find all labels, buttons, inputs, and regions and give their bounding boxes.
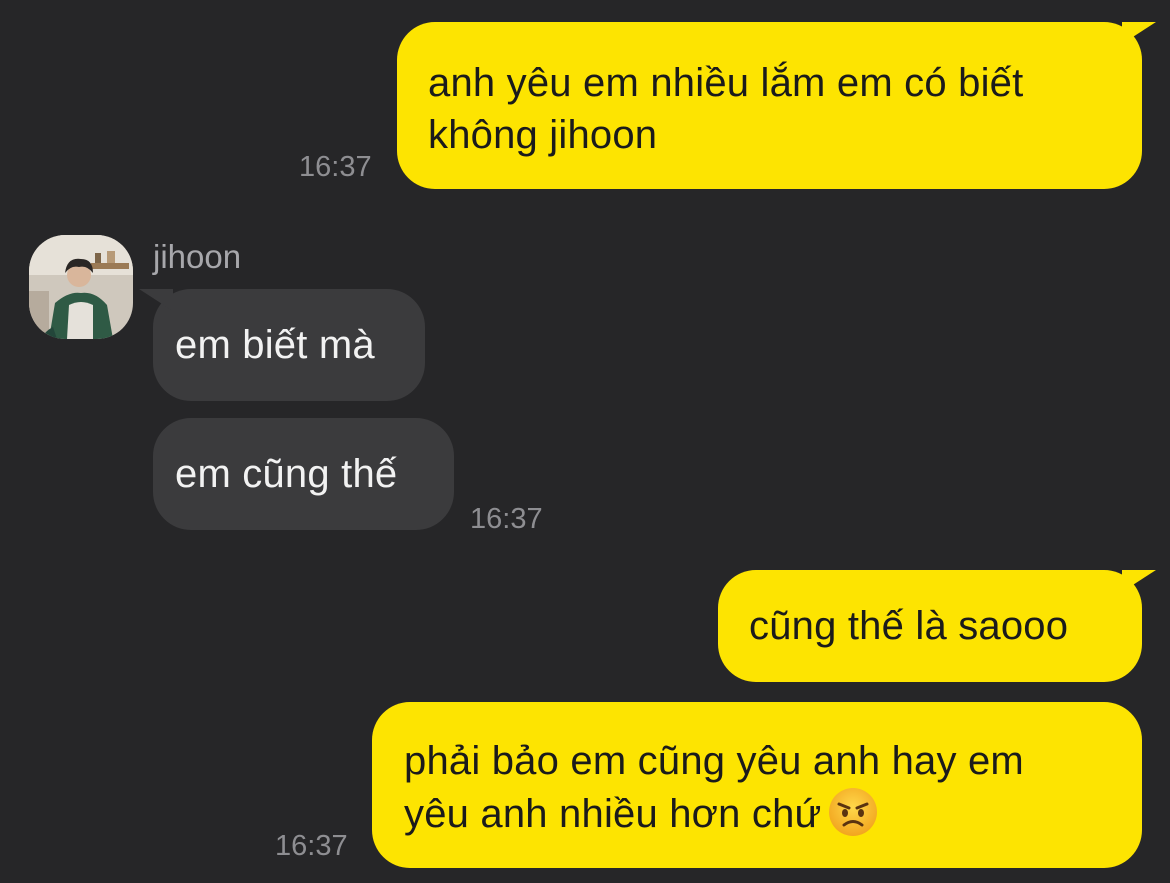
incoming-message-bubble[interactable]: em cũng thế <box>153 418 454 530</box>
outgoing-message-bubble[interactable]: phải bảo em cũng yêu anh hay em yêu anh … <box>372 702 1142 868</box>
sender-name: jihoon <box>153 238 242 275</box>
message-timestamp: 16:37 <box>470 503 543 535</box>
chat-view: 16:37 anh yêu em nhiều lắm em có biết kh… <box>0 0 1170 883</box>
message-text: cũng thế là saooo <box>749 604 1069 648</box>
incoming-message-bubble[interactable]: em biết mà <box>139 289 425 401</box>
profile-photo-avatar-icon <box>29 235 133 339</box>
message-timestamp: 16:37 <box>299 151 372 183</box>
message-text: phải bảo em cũng yêu anh hay em yêu anh … <box>404 735 1142 840</box>
message-text: anh yêu em nhiều lắm em có biết không ji… <box>428 61 1024 157</box>
message-text: em biết mà <box>175 323 375 367</box>
bubble-tail <box>139 289 173 311</box>
avatar[interactable] <box>29 235 133 339</box>
message-text-body: phải bảo em cũng yêu anh hay em yêu anh … <box>404 739 1024 836</box>
outgoing-message-bubble[interactable]: anh yêu em nhiều lắm em có biết không ji… <box>397 22 1156 189</box>
message-text: em cũng thế <box>175 452 398 496</box>
bubble-tail <box>1122 570 1156 592</box>
outgoing-message-bubble[interactable]: cũng thế là saooo <box>718 570 1156 682</box>
angry-face-emoji-icon <box>828 788 877 836</box>
bubble-tail <box>1122 22 1156 44</box>
message-timestamp: 16:37 <box>275 830 348 862</box>
